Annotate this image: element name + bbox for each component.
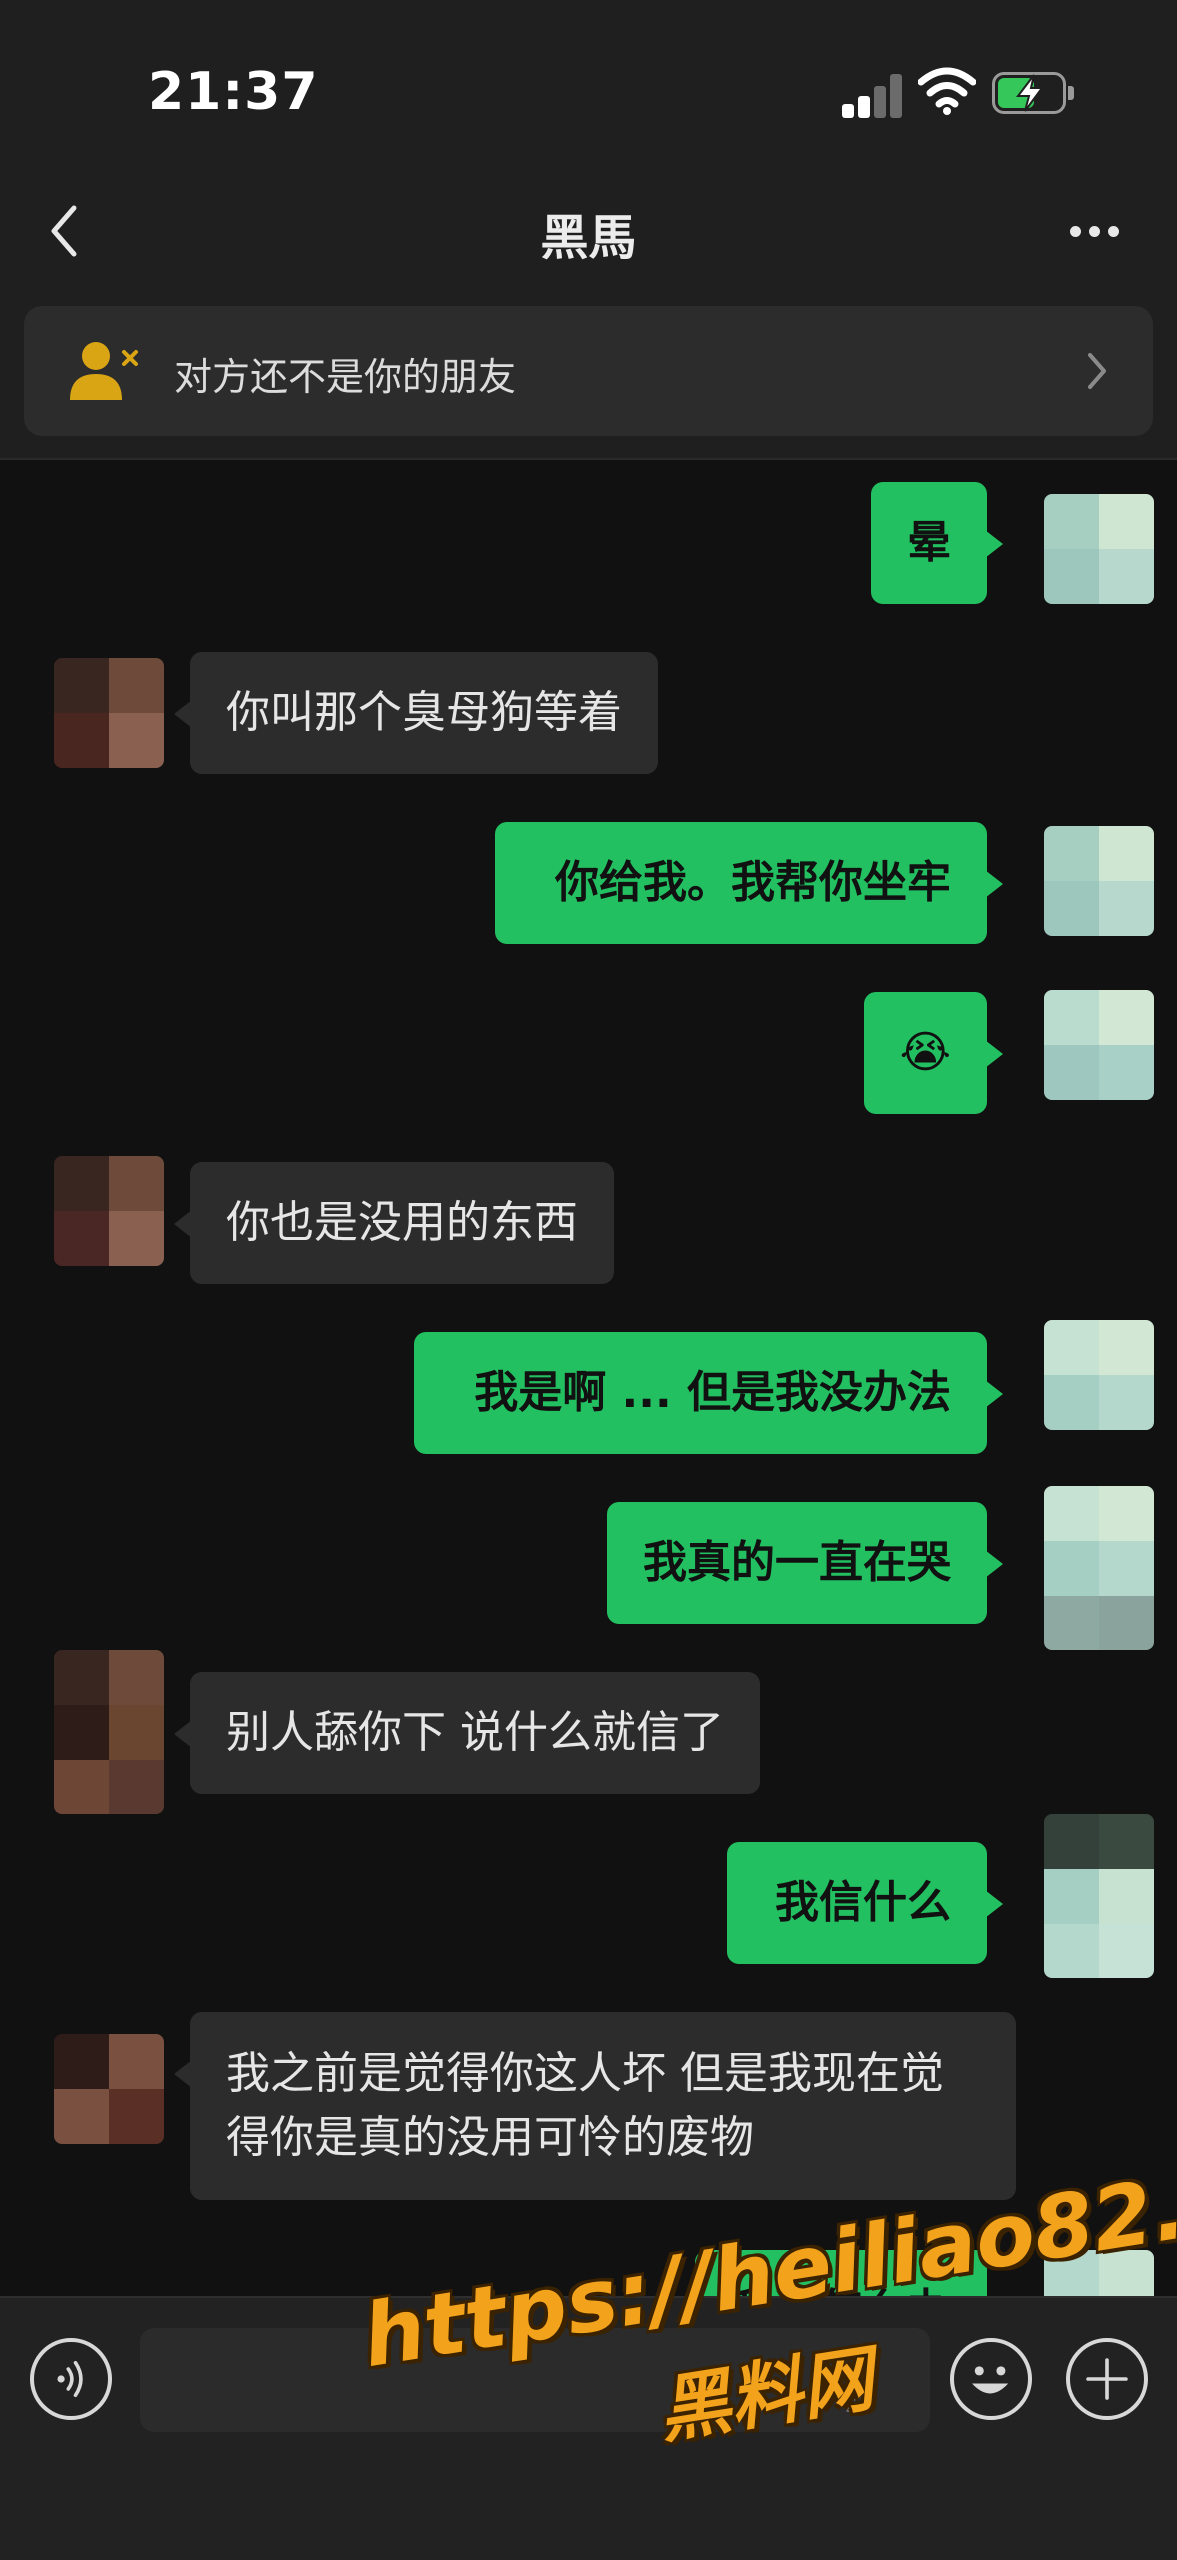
message-bubble-outgoing-emoji[interactable]: 😭 <box>863 992 1004 1114</box>
message-bubble-incoming[interactable]: 你也是没用的东西 <box>174 1162 614 1284</box>
contact-avatar[interactable] <box>54 1156 164 1266</box>
self-avatar[interactable] <box>1044 1486 1154 1650</box>
signal-icon <box>842 74 904 118</box>
plus-icon[interactable] <box>1066 2338 1148 2420</box>
message-bubble-outgoing[interactable]: 你给我。我帮你坐牢 <box>495 822 1003 944</box>
self-avatar[interactable] <box>1044 826 1154 936</box>
chevron-right-icon <box>1088 353 1106 389</box>
voice-icon[interactable] <box>30 2338 112 2420</box>
self-avatar[interactable] <box>1044 1320 1154 1430</box>
self-avatar[interactable] <box>1044 1814 1154 1978</box>
chat-title: 黑馬 <box>540 210 637 266</box>
wifi-icon <box>918 67 976 115</box>
notice-text: 对方还不是你的朋友 <box>174 355 517 399</box>
battery-icon <box>992 72 1074 114</box>
contact-avatar[interactable] <box>54 2034 164 2144</box>
divider <box>0 458 1177 460</box>
message-bubble-outgoing[interactable]: 我真的一直在哭 <box>607 1502 1003 1624</box>
message-bubble-outgoing[interactable]: 我信什么 <box>727 1842 1003 1964</box>
self-avatar[interactable] <box>1044 990 1154 1100</box>
more-dots-icon[interactable] <box>1060 212 1130 248</box>
contact-avatar[interactable] <box>54 1650 164 1814</box>
message-bubble-outgoing[interactable]: 晕 <box>871 482 1003 604</box>
message-bubble-incoming[interactable]: 别人舔你下 说什么就信了 <box>174 1672 760 1794</box>
message-bubble-outgoing[interactable]: 我是啊 ... 但是我没办法 <box>414 1332 1003 1454</box>
self-avatar[interactable] <box>1044 494 1154 604</box>
status-time: 21:37 <box>148 62 319 122</box>
message-bubble-incoming[interactable]: 我之前是觉得你这人坏 但是我现在觉得你是真的没用可怜的废物 <box>174 2012 1016 2200</box>
mic-icon[interactable] <box>826 2346 870 2416</box>
contact-avatar[interactable] <box>54 658 164 768</box>
message-bubble-incoming[interactable]: 你叫那个臭母狗等着 <box>174 652 658 774</box>
emoji-icon[interactable] <box>950 2338 1032 2420</box>
input-bar <box>0 2296 1177 2560</box>
not-friend-banner[interactable]: 对方还不是你的朋友 <box>24 306 1153 436</box>
message-input[interactable] <box>140 2328 930 2432</box>
add-contact-icon <box>70 342 138 400</box>
